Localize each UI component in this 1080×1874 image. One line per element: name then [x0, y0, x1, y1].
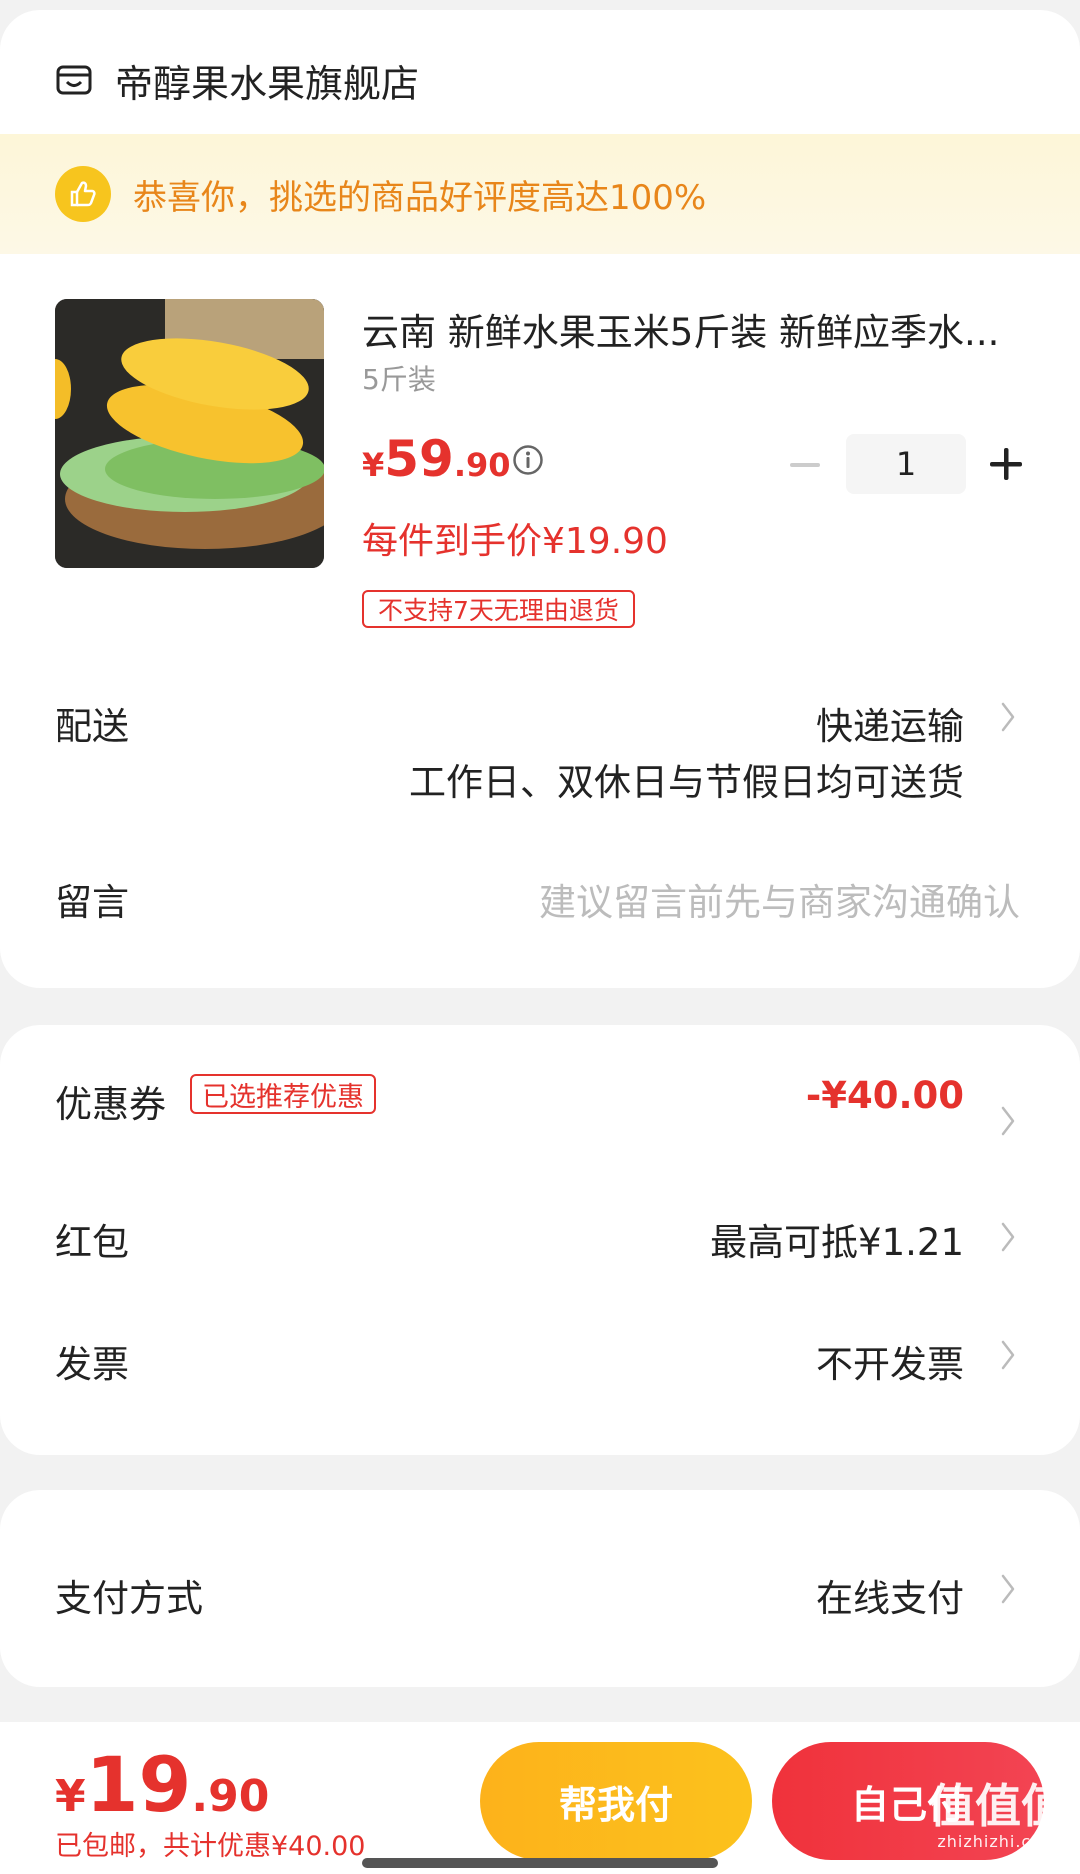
product-title[interactable]: 云南 新鲜水果玉米5斤装 新鲜应季水... — [362, 302, 1022, 356]
payment-label: 支付方式 — [55, 1577, 203, 1620]
total-price: ¥ 19 .90 — [55, 1740, 269, 1829]
watermark-url: zhizhizhi.com — [937, 1832, 1059, 1851]
message-label: 留言 — [55, 881, 129, 924]
invoice-label: 发票 — [55, 1343, 129, 1386]
product-price: ¥ 59 .90 — [362, 430, 511, 488]
chevron-right-icon[interactable] — [998, 700, 1018, 734]
total-decimal: .90 — [191, 1771, 270, 1822]
store-name: 帝醇果水果旗舰店 — [115, 61, 420, 106]
store-header[interactable]: 帝醇果水果旗舰店 — [55, 50, 419, 110]
redpacket-label: 红包 — [55, 1221, 129, 1264]
watermark: 值值值 zhizhizhi.com — [928, 1770, 1068, 1865]
return-policy-tag: 不支持7天无理由退货 — [362, 590, 635, 628]
checkout-bar: ¥ 19 .90 已包邮，共计优惠¥40.00 帮我付 自己付 — [0, 1722, 1080, 1874]
coupon-value[interactable]: -¥40.00 — [806, 1074, 964, 1117]
price-integer: 59 — [384, 430, 454, 488]
watermark-text: 值值值 — [929, 1779, 1067, 1833]
coupon-tag: 已选推荐优惠 — [190, 1074, 376, 1114]
total-note: 已包邮，共计优惠¥40.00 — [55, 1831, 366, 1862]
redpacket-value[interactable]: 最高可抵¥1.21 — [710, 1212, 964, 1266]
chevron-right-icon[interactable] — [998, 1220, 1018, 1254]
home-indicator[interactable] — [362, 1858, 718, 1868]
price-decimal: .90 — [453, 446, 511, 484]
total-symbol: ¥ — [55, 1771, 86, 1822]
message-input[interactable]: 建议留言前先与商家沟通确认 — [539, 872, 1020, 926]
delivery-note: 工作日、双休日与节假日均可送货 — [409, 761, 964, 804]
quantity-increase-button[interactable] — [988, 446, 1024, 482]
total-integer: 19 — [85, 1740, 192, 1829]
quantity-input[interactable]: 1 — [846, 434, 966, 494]
store-icon — [56, 65, 92, 95]
payment-value[interactable]: 在线支付 — [816, 1568, 964, 1622]
product-image[interactable] — [55, 299, 324, 568]
order-card: 帝醇果水果旗舰店 恭喜你，挑选的商品好评度高达100% 云南 新鲜水果玉米5斤装… — [0, 10, 1080, 988]
banner-text: 恭喜你，挑选的商品好评度高达100% — [133, 177, 707, 218]
thumbs-up-icon — [55, 166, 111, 222]
chevron-right-icon[interactable] — [998, 1338, 1018, 1372]
invoice-value[interactable]: 不开发票 — [816, 1334, 964, 1388]
coupon-label: 优惠券 — [55, 1083, 166, 1126]
product-spec: 5斤装 — [362, 363, 436, 396]
rating-banner: 恭喜你，挑选的商品好评度高达100% — [0, 134, 1080, 254]
price-symbol: ¥ — [362, 446, 385, 484]
help-pay-button[interactable]: 帮我付 — [480, 1742, 752, 1860]
delivery-label: 配送 — [55, 705, 129, 748]
chevron-right-icon[interactable] — [998, 1572, 1018, 1606]
chevron-right-icon[interactable] — [998, 1104, 1018, 1138]
quantity-decrease-button[interactable] — [788, 448, 822, 482]
delivery-method[interactable]: 快递运输 — [816, 696, 964, 750]
info-icon[interactable] — [512, 444, 544, 476]
unit-final-price: 每件到手价¥19.90 — [362, 521, 668, 562]
